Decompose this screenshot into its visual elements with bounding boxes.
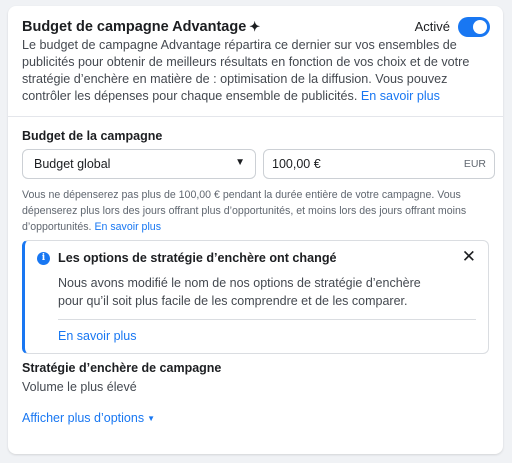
budget-type-value: Budget global xyxy=(34,157,111,171)
budget-section-label: Budget de la campagne xyxy=(22,129,163,143)
notice-title: Les options de stratégie d’enchère ont c… xyxy=(58,251,337,265)
budget-amount-input[interactable]: 100,00 € EUR xyxy=(263,149,495,179)
notice-learn-more-link[interactable]: En savoir plus xyxy=(58,329,137,343)
toggle-status-label: Activé xyxy=(414,19,450,34)
sparkle-icon: ✦ xyxy=(249,19,261,34)
description-learn-more-link[interactable]: En savoir plus xyxy=(361,89,440,103)
advantage-budget-toggle[interactable] xyxy=(458,17,490,37)
show-more-options-link[interactable]: Afficher plus d’options ▼ xyxy=(22,411,155,425)
bid-strategy-value: Volume le plus élevé xyxy=(22,380,137,394)
budget-help-body: Vous ne dépenserez pas plus de 100,00 € … xyxy=(22,189,467,233)
bid-strategy-notice: i Les options de stratégie d’enchère ont… xyxy=(22,240,489,354)
caret-down-icon: ▼ xyxy=(235,157,245,168)
section-divider xyxy=(8,116,503,117)
info-icon: i xyxy=(37,252,50,265)
budget-help-text: Vous ne dépenserez pas plus de 100,00 € … xyxy=(22,187,496,235)
toggle-knob xyxy=(473,20,487,34)
caret-down-icon: ▼ xyxy=(147,414,155,423)
budget-amount-value: 100,00 € xyxy=(272,157,321,171)
budget-type-select[interactable]: Budget global ▼ xyxy=(22,149,256,179)
bid-strategy-label: Stratégie d’enchère de campagne xyxy=(22,361,222,375)
card-title-text: Budget de campagne Advantage xyxy=(22,19,247,35)
notice-body: Nous avons modifié le nom de nos options… xyxy=(58,276,421,308)
card-title: Budget de campagne Advantage ✦ xyxy=(22,19,260,35)
close-icon[interactable]: ✕ xyxy=(462,247,476,267)
show-more-options-label: Afficher plus d’options xyxy=(22,411,145,425)
advantage-budget-card: Budget de campagne Advantage ✦ Activé Le … xyxy=(8,6,503,454)
notice-divider xyxy=(58,319,476,320)
budget-learn-more-link[interactable]: En savoir plus xyxy=(94,221,161,233)
card-description: Le budget de campagne Advantage répartir… xyxy=(22,37,492,105)
currency-label: EUR xyxy=(463,158,486,170)
